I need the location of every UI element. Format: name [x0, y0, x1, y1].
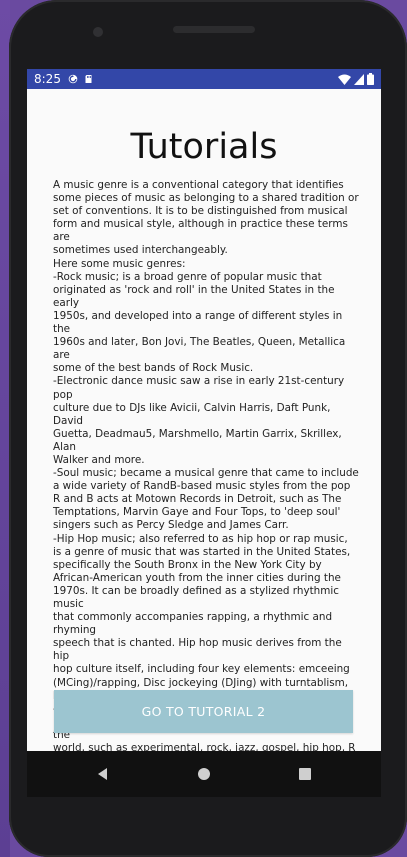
go-to-tutorial-2-button[interactable]: GO TO TUTORIAL 2 — [54, 690, 353, 733]
signal-icon — [354, 73, 364, 85]
navigation-bar — [27, 751, 381, 797]
page-title: Tutorials — [130, 127, 278, 167]
wifi-icon — [338, 74, 351, 85]
sync-icon — [68, 74, 78, 84]
status-time: 8:25 — [34, 72, 61, 86]
sd-card-icon — [85, 75, 92, 83]
front-camera — [93, 27, 103, 37]
status-bar: 8:25 — [27, 69, 381, 89]
tutorials-content: Tutorials A music genre is a conventiona… — [27, 89, 381, 751]
music-genres-description: A music genre is a conventional category… — [53, 179, 359, 751]
battery-icon — [367, 73, 374, 85]
app-screen: 8:25 Tutorials A music genre is a conven… — [27, 69, 381, 751]
earpiece-speaker — [173, 26, 255, 33]
back-icon[interactable] — [95, 766, 111, 782]
recents-icon[interactable] — [297, 766, 313, 782]
home-icon[interactable] — [196, 766, 212, 782]
